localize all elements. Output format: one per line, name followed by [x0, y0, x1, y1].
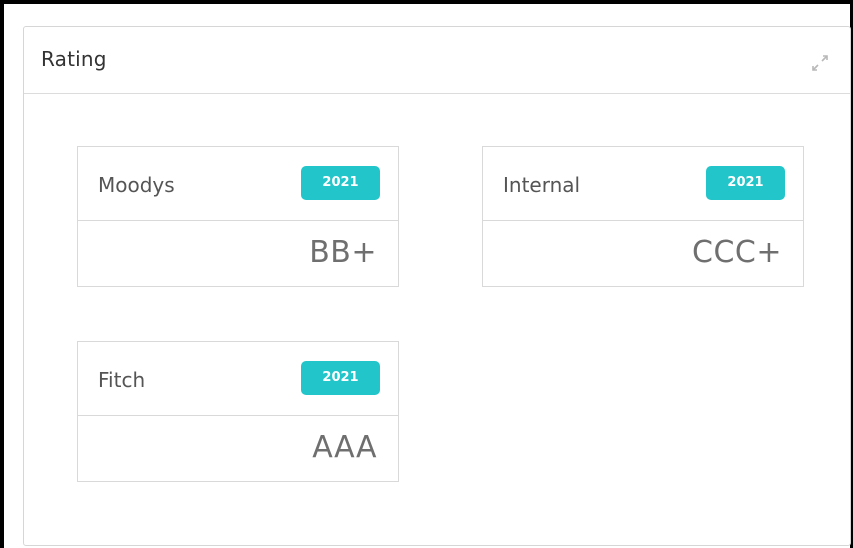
rating-card-internal: Internal 2021 CCC+: [482, 146, 804, 287]
panel-title: Rating: [41, 47, 107, 71]
rating-card-fitch: Fitch 2021 AAA: [77, 341, 399, 482]
card-header: Moodys 2021: [78, 147, 398, 221]
agency-label: Internal: [503, 173, 581, 197]
card-header: Internal 2021: [483, 147, 803, 221]
expand-icon[interactable]: [810, 53, 830, 73]
rating-value: CCC+: [692, 235, 782, 270]
year-badge: 2021: [706, 166, 785, 200]
agency-label: Moodys: [98, 173, 175, 197]
expand-arrows-icon: [812, 55, 828, 71]
window-frame: Rating Moodys 2021 BB+ Internal 2021 CCC…: [0, 0, 853, 548]
rating-panel: Rating Moodys 2021 BB+ Internal 2021 CCC…: [23, 26, 851, 546]
year-badge: 2021: [301, 166, 380, 200]
panel-header: Rating: [24, 27, 850, 94]
year-badge: 2021: [301, 361, 380, 395]
rating-card-moodys: Moodys 2021 BB+: [77, 146, 399, 287]
rating-value: AAA: [312, 430, 377, 465]
rating-value: BB+: [309, 235, 377, 270]
card-header: Fitch 2021: [78, 342, 398, 416]
agency-label: Fitch: [98, 368, 146, 392]
